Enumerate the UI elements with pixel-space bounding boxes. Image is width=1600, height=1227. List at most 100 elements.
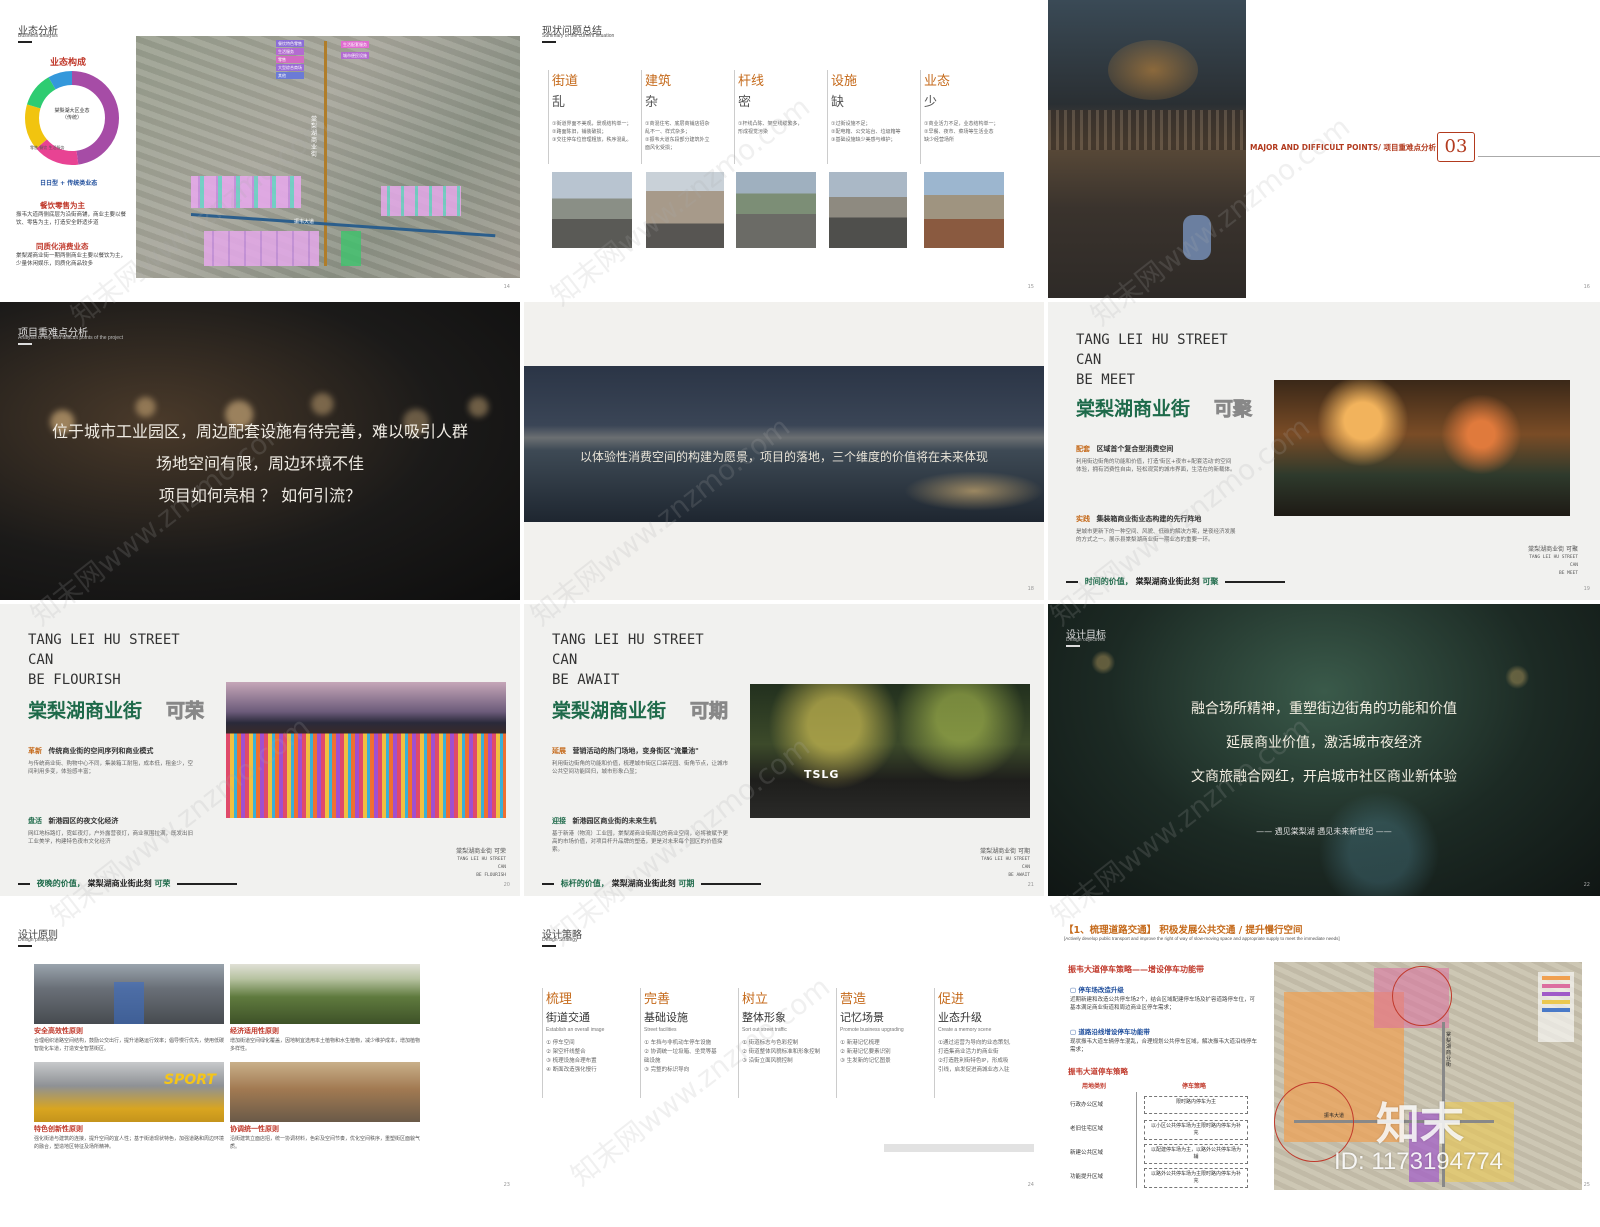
sport-lettering: SPORT [164, 1072, 216, 1088]
page-number: 14 [503, 284, 510, 290]
point1-text: 与传统商业街、购物中心不同，集装箱工耐阻，成本低，租金少，空间利用多变，体验感丰… [28, 761, 194, 775]
plaza-sign: TSLG [804, 768, 840, 781]
strategy-item: ① 街道标志与色彩控制 [742, 1040, 799, 1046]
map-legend-item: 生活服务 [276, 48, 304, 55]
table-header-strategy: 停车策略 [1182, 1083, 1207, 1090]
footer-value: 夜晚的价值， [36, 879, 85, 888]
problem-column: 杆线密 ①杆线凸陈、架空线缆繁多， 形成视觉污染 [734, 70, 826, 164]
english-heading: TANG LEI HU STREET CAN BE MEET [1076, 330, 1228, 390]
principle-heading: 特色创新性原则 [34, 1125, 83, 1133]
side-caption-line: CAN [1569, 563, 1578, 568]
problem-text: ①商混住宅、底层商铺店招杂 [645, 121, 710, 127]
point-keyword: 盘活 [28, 817, 42, 825]
map-circle-icon [1392, 966, 1452, 1026]
strategy-object: 整体形象 [742, 1011, 786, 1024]
problem-keyword: 密 [738, 95, 752, 110]
strategy-item: ①通过运营为导向的业态策划, [938, 1040, 1011, 1046]
point2-text: 网红地标路灯，霓虹夜灯，户外露营夜灯，商业氛围拉满，既发出旧工业美学，构建特色夜… [28, 831, 194, 845]
donut-legend: 零售 餐饮 生活服务 [30, 145, 65, 151]
footer-tagline: 夜晚的价值， 棠梨湖商业街此刻 可荣 [18, 878, 238, 889]
page-number: 21 [1027, 882, 1034, 888]
column-divider [641, 70, 642, 164]
slide-vision[interactable]: 以体验性消费空间的构建为愿景，项目的落地，三个维度的价值将在未来体现 18 [524, 302, 1044, 600]
slide-design-strategy[interactable]: 设计策略 Design Strategy 梳理 街道交通 Establish an … [524, 916, 1044, 1196]
slide-road-traffic[interactable]: 【1、梳理道路交通】 积极发展公共交通 / 提升慢行空间 [Actively d… [1048, 916, 1600, 1196]
page-number: 22 [1583, 882, 1590, 888]
parking-strategy-heading: 振韦大道停车策略 [1068, 1067, 1128, 1076]
table-row: 老旧住宅区域 以小区公共停车场为主限时路内停车为补充 [1070, 1120, 1270, 1140]
point-keyword: 迎接 [552, 817, 566, 825]
strategy-verb: 完善 [644, 992, 671, 1007]
strategy-verb: 营造 [840, 992, 867, 1007]
slide-key-difficulties[interactable]: 项目重难点分析 Analysis of key and difficult po… [0, 302, 520, 600]
slide-design-objectives[interactable]: 设计目标 Design objectives 融合场所精神，重塑街边街角的功能和… [1048, 604, 1600, 896]
boardwalk-photo [1048, 0, 1246, 298]
street-tag: 可期 [690, 700, 729, 723]
problem-text: ①杆线凸陈、架空线缆繁多， [738, 121, 803, 127]
point-title: 新港园区商业街的未来生机 [572, 817, 657, 825]
slide-design-principles[interactable]: 设计原则 Design principles SPORT 安全高效性原则 合理组织… [0, 916, 520, 1196]
slide-can-be-await[interactable]: TANG LEI HU STREET CAN BE AWAIT 棠梨湖商业街 可… [524, 604, 1044, 896]
point1-text: 利用街边街角的功能和价值，梳理城市街区口袋花园、街角节点，让城市公共空间功能回归… [552, 761, 729, 775]
page-number: 18 [1027, 586, 1034, 592]
shop-blocks-right [381, 186, 461, 216]
strategy-object: 基础设施 [644, 1011, 688, 1024]
aerial-map: 棠梨湖商业街 振韦大道 餐饮特色零售 生活服务 零售 大型综合商场 其他 生活配… [136, 36, 520, 278]
strategy-english: Street facilities [644, 1027, 677, 1033]
principle-photo-1 [34, 964, 224, 1024]
principle-text: 合理组织道路空间结构，鼓励公交出行，提升道路运行效率；倡导慢行优先，使用低碳智能… [34, 1038, 225, 1052]
resource-id: ID: 1173194774 [1334, 1148, 1504, 1175]
strategy-column: 促进 业态升级 Create a memory scene ①通过运营为导向的业态策划… [934, 988, 1030, 1098]
slide-title: 【1、梳理道路交通】 积极发展公共交通 / 提升慢行空间 [1064, 925, 1303, 936]
donut-center-label: 棠梨湖大区业态 （传统） [42, 108, 102, 122]
point2-heading: 实践 集装箱商业街业态构建的先行阵地 [1076, 514, 1201, 524]
shop-blocks-mid [341, 231, 361, 266]
strategy-item: ③ 沿街立面风貌控制 [742, 1058, 793, 1064]
column-divider [934, 988, 935, 1098]
slide-can-be-flourish[interactable]: TANG LEI HU STREET CAN BE FLOURISH 棠梨湖商业… [0, 604, 520, 896]
shop-blocks-lower [204, 231, 319, 266]
problem-keyword: 乱 [552, 95, 566, 110]
problem-keyword: 缺 [831, 95, 845, 110]
street-tag: 可聚 [1214, 398, 1253, 421]
slide-business-analysis[interactable]: 业态分析 Business analysis 业态构成 棠梨湖大区业态 （传统）… [0, 0, 520, 298]
problem-text: 形成视觉污染 [738, 129, 769, 135]
strategy-item: 打造集商业活力的商业街 [938, 1049, 999, 1055]
english-heading: TANG LEI HU STREET CAN BE AWAIT [552, 630, 704, 690]
strategy-item: ① 新港记忆梳理 [840, 1040, 880, 1046]
problem-text: ①商业活力不足，业态结构单一； [924, 121, 999, 127]
table-row: 新建公共区域 以配建停车场为主，以路外公共停车场为辅 [1070, 1144, 1270, 1164]
street-name-heading: 棠梨湖商业街 [1076, 398, 1191, 420]
side-caption-line: TANG LEI HU STREET [1529, 555, 1578, 560]
road-vertical-arrow [324, 41, 327, 266]
footer-tag: 可荣 [154, 879, 171, 888]
point-title: 集装箱商业街业态构建的先行阵地 [1096, 515, 1202, 523]
daily-type-label: 日日型 + 传统类业态 [40, 180, 98, 187]
brand-watermark: 知末 [1376, 1099, 1464, 1150]
problem-heading: 建筑 [645, 74, 672, 89]
principle-photo-4 [230, 1062, 420, 1122]
footer-street: 棠梨湖商业街此刻 [87, 879, 152, 888]
title-underline [18, 343, 32, 345]
strategy-item: ② 架空杆线整合 [546, 1049, 586, 1055]
strategy-item: 础设施 [644, 1058, 661, 1064]
problem-text: 缺少经营场所 [924, 137, 955, 143]
footer-bar [177, 882, 238, 885]
side-caption-line: CAN [497, 865, 506, 870]
strategy-verb: 树立 [742, 992, 769, 1007]
slide-difficult-points-cover[interactable]: MAJOR AND DIFFICULT POINTS/ 项目重难点分析 03 1… [1048, 0, 1600, 298]
street-photo-3 [736, 172, 816, 248]
strategy-item: ③ 梳理设施合理布置 [546, 1058, 597, 1064]
bottom-grey-bar [884, 1144, 1034, 1152]
problem-keyword: 少 [924, 95, 938, 110]
strategy-heading: 振韦大道停车策略——增设停车功能带 [1068, 965, 1204, 974]
problem-text: ②路面陈旧，铺装破损； [552, 129, 607, 135]
slide-can-be-meet[interactable]: TANG LEI HU STREET CAN BE MEET 棠梨湖商业街 可聚… [1048, 302, 1600, 600]
bullet-text-1: 近期新建和改造公共停车场2个，结合区域配建停车场及扩容道路停车位，可基本满足商业… [1070, 997, 1256, 1011]
shop-blocks-left [191, 176, 301, 208]
column-divider [734, 70, 735, 164]
problem-heading: 杆线 [738, 74, 765, 89]
slide-current-situation[interactable]: 现状问题总结 Summary of the current situation … [524, 0, 1044, 298]
page-number: 23 [503, 1182, 510, 1188]
principle-photo-2 [230, 964, 420, 1024]
